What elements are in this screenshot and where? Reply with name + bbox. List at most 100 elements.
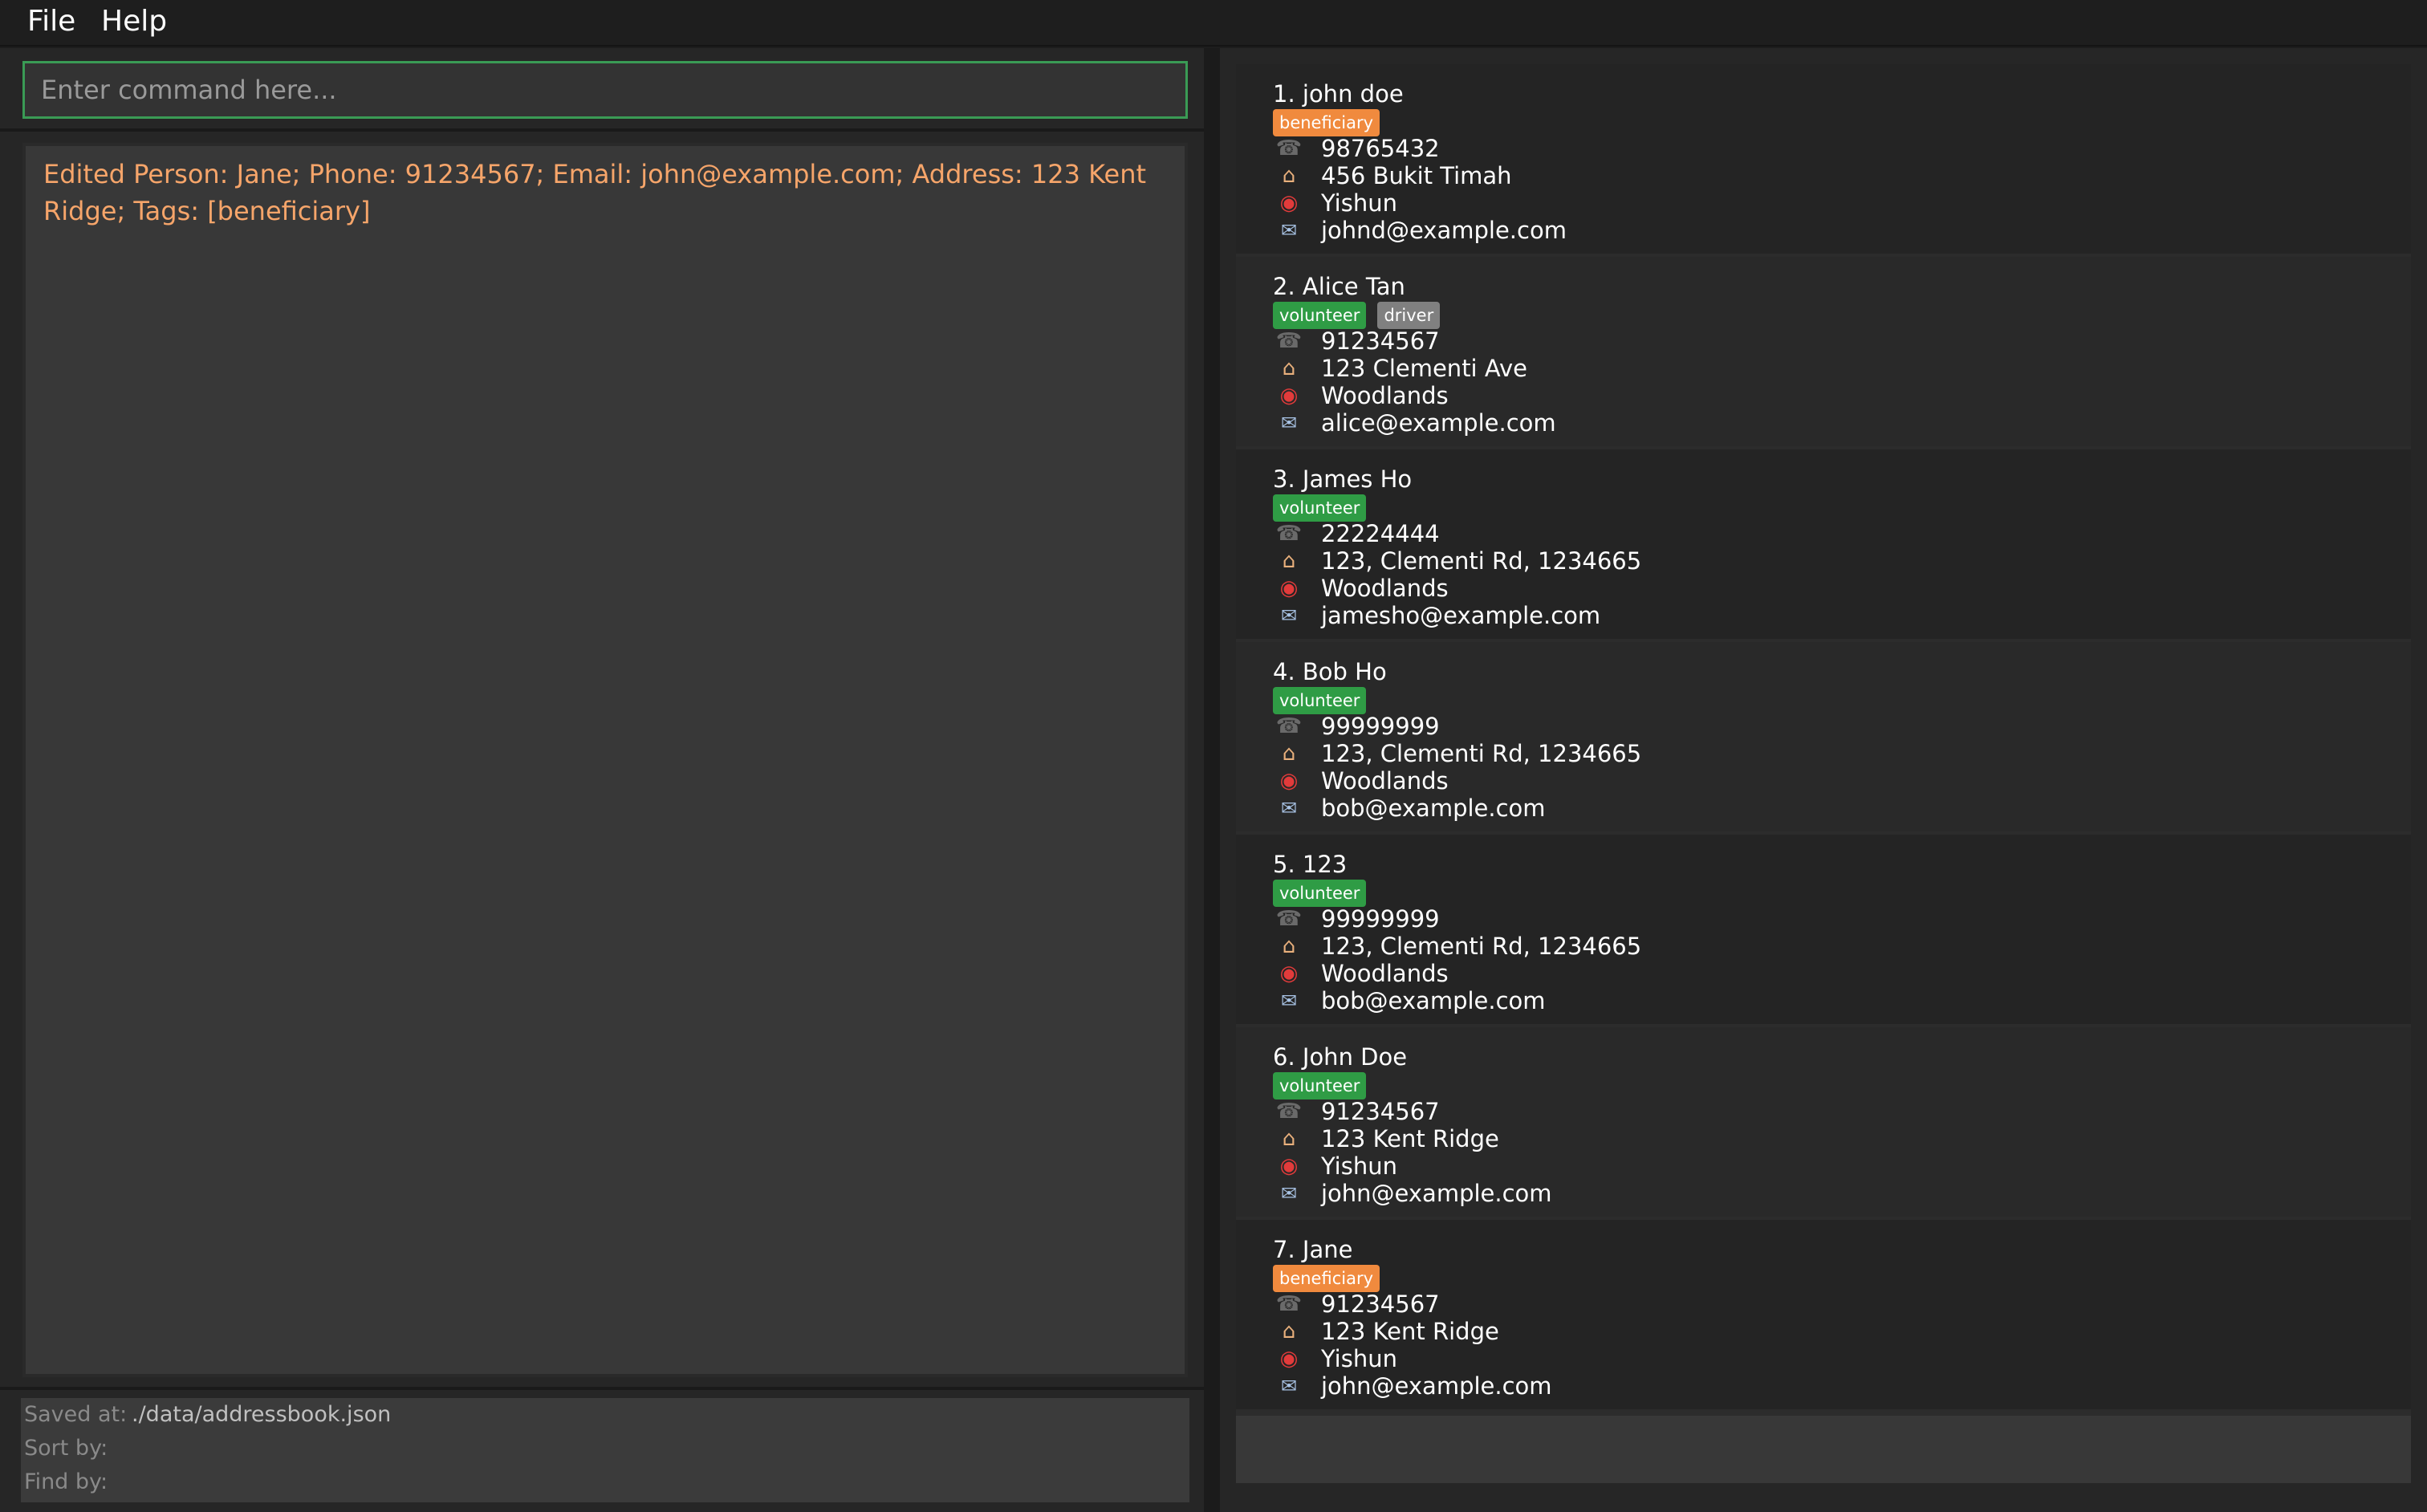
tag-volunteer: volunteer [1273, 494, 1367, 522]
house-icon: ⌂ [1282, 164, 1296, 188]
divider [0, 128, 1204, 132]
region-value: Woodlands [1321, 960, 1449, 987]
person-card[interactable]: 6. John Doe volunteer ☎ 91234567 ⌂ 123 Kent R… [1236, 1027, 2411, 1217]
email-icon: ✉ [1280, 1375, 1298, 1397]
status-find: Find by: [24, 1467, 108, 1498]
person-list[interactable]: 1. john doe beneficiary ☎ 98765432 ⌂ 456 Buki… [1236, 64, 2411, 1483]
address-value: 123, Clementi Rd, 1234665 [1321, 547, 1642, 575]
address-value: 123 Kent Ridge [1321, 1318, 1499, 1345]
menu-help[interactable]: Help [101, 0, 167, 43]
pin-icon: ◉ [1279, 576, 1299, 600]
tag-list: beneficiary [1273, 1265, 1380, 1292]
pin-icon: ◉ [1279, 961, 1299, 986]
region-value: Woodlands [1321, 575, 1449, 602]
person-name: 6. John Doe [1273, 1043, 1408, 1071]
house-icon: ⌂ [1282, 549, 1296, 573]
house-icon: ⌂ [1282, 1127, 1296, 1151]
person-name: 5. 123 [1273, 851, 1348, 878]
email-value: bob@example.com [1321, 987, 1546, 1014]
tag-volunteer: volunteer [1273, 1072, 1367, 1099]
tag-list: volunteer [1273, 687, 1367, 714]
address-value: 123 Kent Ridge [1321, 1125, 1499, 1152]
region-value: Woodlands [1321, 382, 1449, 409]
person-name: 4. Bob Ho [1273, 658, 1387, 685]
email-value: bob@example.com [1321, 795, 1546, 822]
find-label: Find by: [24, 1469, 108, 1494]
email-icon: ✉ [1280, 412, 1298, 434]
phone-value: 91234567 [1321, 1290, 1440, 1318]
tag-volunteer: volunteer [1273, 687, 1367, 714]
tag-beneficiary: beneficiary [1273, 109, 1380, 136]
house-icon: ⌂ [1282, 1319, 1296, 1343]
phone-value: 91234567 [1321, 1098, 1440, 1125]
tag-volunteer: volunteer [1273, 302, 1367, 329]
tag-list: volunteer [1273, 494, 1367, 522]
person-card[interactable]: 3. James Ho volunteer ☎ 22224444 ⌂ 123, Cleme… [1236, 449, 2411, 639]
region-value: Yishun [1321, 1152, 1397, 1180]
status-sort: Sort by: [24, 1433, 108, 1464]
person-name: 7. Jane [1273, 1236, 1353, 1263]
status-saved: Saved at: ./data/addressbook.json [24, 1400, 391, 1430]
person-card[interactable]: 2. Alice Tan volunteer driver ☎ 91234567 ⌂ 123… [1236, 257, 2411, 446]
command-box[interactable] [22, 61, 1188, 119]
tag-list: beneficiary [1273, 109, 1380, 136]
person-list-pane: 1. john doe beneficiary ☎ 98765432 ⌂ 456 Buki… [1220, 48, 2427, 1512]
person-card[interactable]: 4. Bob Ho volunteer ☎ 99999999 ⌂ 123, Clement… [1236, 642, 2411, 831]
phone-icon: ☎ [1275, 907, 1303, 931]
phone-icon: ☎ [1275, 136, 1303, 161]
email-value: john@example.com [1321, 1372, 1552, 1400]
person-name: 2. Alice Tan [1273, 273, 1405, 300]
pane-splitter[interactable] [1204, 48, 1220, 1512]
email-value: alice@example.com [1321, 409, 1556, 437]
address-value: 123, Clementi Rd, 1234665 [1321, 740, 1642, 767]
region-value: Woodlands [1321, 767, 1449, 795]
email-icon: ✉ [1280, 219, 1298, 242]
tag-list: volunteer [1273, 1072, 1367, 1099]
person-card[interactable]: 7. Jane beneficiary ☎ 91234567 ⌂ 123 Kent Rid… [1236, 1220, 2411, 1409]
divider [0, 1387, 1204, 1390]
address-value: 123 Clementi Ave [1321, 355, 1527, 382]
menu-bar: File Help [0, 0, 2427, 47]
phone-value: 99999999 [1321, 713, 1440, 740]
pin-icon: ◉ [1279, 384, 1299, 408]
email-value: johnd@example.com [1321, 217, 1567, 244]
email-value: jamesho@example.com [1321, 602, 1601, 629]
pin-icon: ◉ [1279, 1154, 1299, 1178]
phone-icon: ☎ [1275, 522, 1303, 546]
pin-icon: ◉ [1279, 191, 1299, 215]
sort-label: Sort by: [24, 1436, 108, 1461]
phone-icon: ☎ [1275, 1099, 1303, 1124]
command-input[interactable] [25, 63, 1185, 116]
house-icon: ⌂ [1282, 742, 1296, 766]
email-icon: ✉ [1280, 1182, 1298, 1205]
phone-icon: ☎ [1275, 1292, 1303, 1316]
result-display[interactable]: Edited Person: Jane; Phone: 91234567; Em… [22, 143, 1188, 1377]
person-card[interactable]: 5. 123 volunteer ☎ 99999999 ⌂ 123, Clementi R… [1236, 835, 2411, 1024]
list-empty-area [1236, 1416, 2411, 1483]
phone-icon: ☎ [1275, 714, 1303, 738]
person-name: 3. James Ho [1273, 465, 1413, 493]
person-card[interactable]: 1. john doe beneficiary ☎ 98765432 ⌂ 456 Buki… [1236, 64, 2411, 254]
phone-value: 91234567 [1321, 327, 1440, 355]
region-value: Yishun [1321, 1345, 1397, 1372]
tag-list: volunteer [1273, 880, 1367, 907]
phone-value: 22224444 [1321, 520, 1440, 547]
pin-icon: ◉ [1279, 769, 1299, 793]
phone-value: 98765432 [1321, 135, 1440, 162]
email-icon: ✉ [1280, 990, 1298, 1012]
tag-driver: driver [1377, 302, 1441, 329]
tag-beneficiary: beneficiary [1273, 1265, 1380, 1292]
tag-volunteer: volunteer [1273, 880, 1367, 907]
menu-file[interactable]: File [27, 0, 75, 43]
address-value: 456 Bukit Timah [1321, 162, 1512, 189]
result-message: Edited Person: Jane; Phone: 91234567; Em… [43, 159, 1147, 226]
house-icon: ⌂ [1282, 356, 1296, 380]
phone-value: 99999999 [1321, 905, 1440, 933]
saved-path: ./data/addressbook.json [132, 1402, 392, 1427]
email-value: john@example.com [1321, 1180, 1552, 1207]
email-icon: ✉ [1280, 604, 1298, 627]
status-bar: Saved at: ./data/addressbook.json Sort b… [21, 1398, 1189, 1502]
saved-label: Saved at: [24, 1402, 128, 1427]
left-pane: Edited Person: Jane; Phone: 91234567; Em… [0, 48, 1204, 1512]
region-value: Yishun [1321, 189, 1397, 217]
